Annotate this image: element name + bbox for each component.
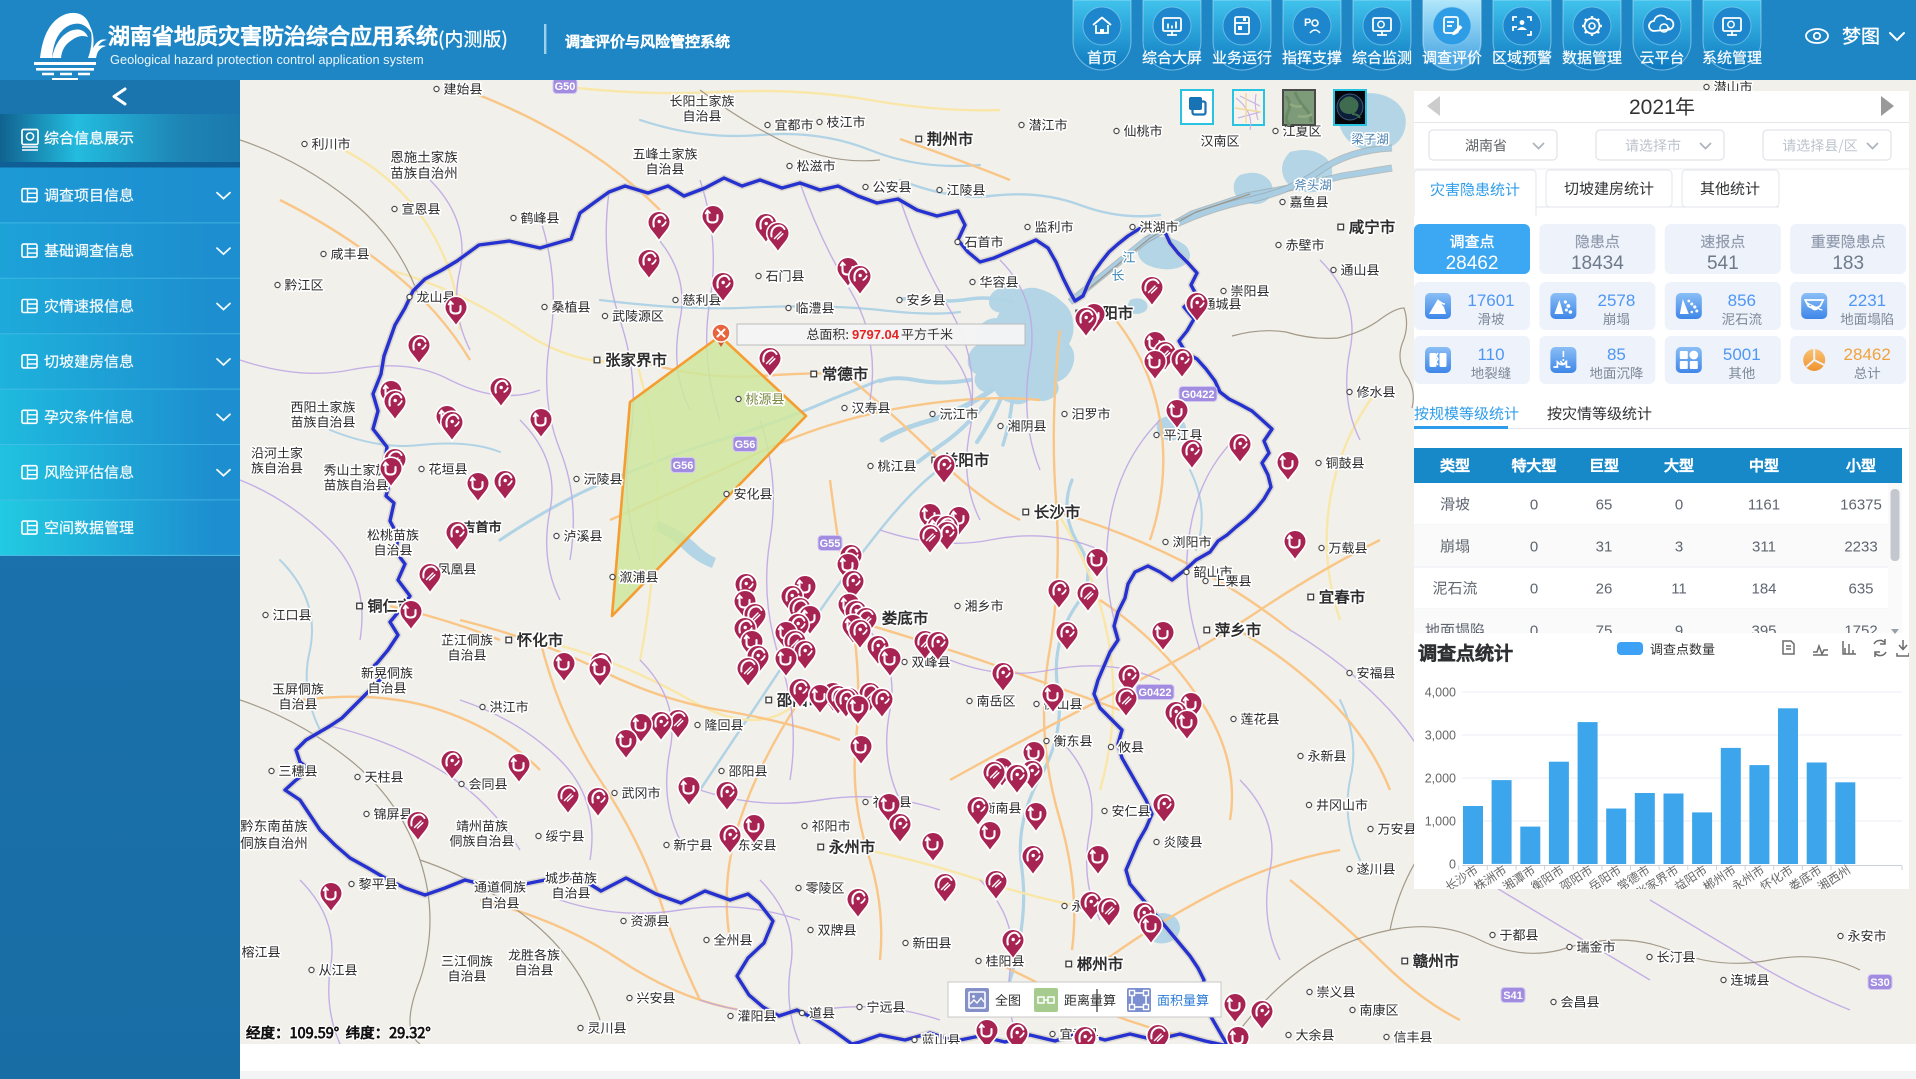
svg-text:2578: 2578 bbox=[1597, 291, 1635, 310]
svg-text:11: 11 bbox=[1671, 581, 1687, 598]
svg-text:184: 184 bbox=[1751, 581, 1776, 598]
svg-text:3,000: 3,000 bbox=[1425, 729, 1456, 743]
svg-text:635: 635 bbox=[1848, 581, 1873, 598]
svg-text:0: 0 bbox=[1530, 581, 1538, 598]
svg-text:2231: 2231 bbox=[1848, 291, 1886, 310]
svg-text:S30: S30 bbox=[1870, 977, 1890, 989]
svg-text:9797.04: 9797.04 bbox=[852, 327, 900, 342]
svg-text:65: 65 bbox=[1596, 497, 1613, 514]
svg-text:Geological hazard protection c: Geological hazard protection control app… bbox=[110, 52, 424, 67]
svg-text:5001: 5001 bbox=[1723, 345, 1761, 364]
svg-text:0: 0 bbox=[1449, 858, 1456, 872]
svg-text:28462: 28462 bbox=[1446, 253, 1499, 274]
svg-text:1,000: 1,000 bbox=[1425, 815, 1456, 829]
svg-text:G0422: G0422 bbox=[1181, 389, 1214, 401]
svg-text:16375: 16375 bbox=[1840, 497, 1882, 514]
svg-text:17601: 17601 bbox=[1467, 291, 1514, 310]
svg-text:G55: G55 bbox=[820, 538, 841, 550]
svg-text:2021: 2021 bbox=[1629, 96, 1676, 119]
svg-text:0: 0 bbox=[1675, 497, 1683, 514]
svg-text:S41: S41 bbox=[1503, 990, 1523, 1002]
svg-text:31: 31 bbox=[1596, 539, 1613, 556]
svg-text:G56: G56 bbox=[673, 460, 694, 472]
svg-text:G0422: G0422 bbox=[1138, 687, 1171, 699]
svg-text:541: 541 bbox=[1707, 253, 1739, 274]
svg-text:G50: G50 bbox=[555, 81, 576, 93]
svg-text:4,000: 4,000 bbox=[1425, 686, 1456, 700]
svg-text:26: 26 bbox=[1596, 581, 1613, 598]
svg-text:0: 0 bbox=[1530, 539, 1538, 556]
svg-text:18434: 18434 bbox=[1571, 253, 1624, 274]
svg-text:311: 311 bbox=[1752, 539, 1776, 556]
svg-text:183: 183 bbox=[1832, 253, 1864, 274]
svg-text:856: 856 bbox=[1728, 291, 1756, 310]
svg-text:110: 110 bbox=[1477, 345, 1504, 364]
svg-text:P: P bbox=[1304, 17, 1311, 29]
svg-text:85: 85 bbox=[1607, 345, 1626, 364]
svg-text:G56: G56 bbox=[735, 439, 756, 451]
svg-text:0: 0 bbox=[1530, 497, 1538, 514]
svg-text:1161: 1161 bbox=[1748, 497, 1780, 514]
svg-text:3: 3 bbox=[1675, 539, 1683, 556]
svg-text:2233: 2233 bbox=[1844, 539, 1877, 556]
svg-text:28462: 28462 bbox=[1844, 345, 1891, 364]
svg-text:2,000: 2,000 bbox=[1425, 772, 1456, 786]
